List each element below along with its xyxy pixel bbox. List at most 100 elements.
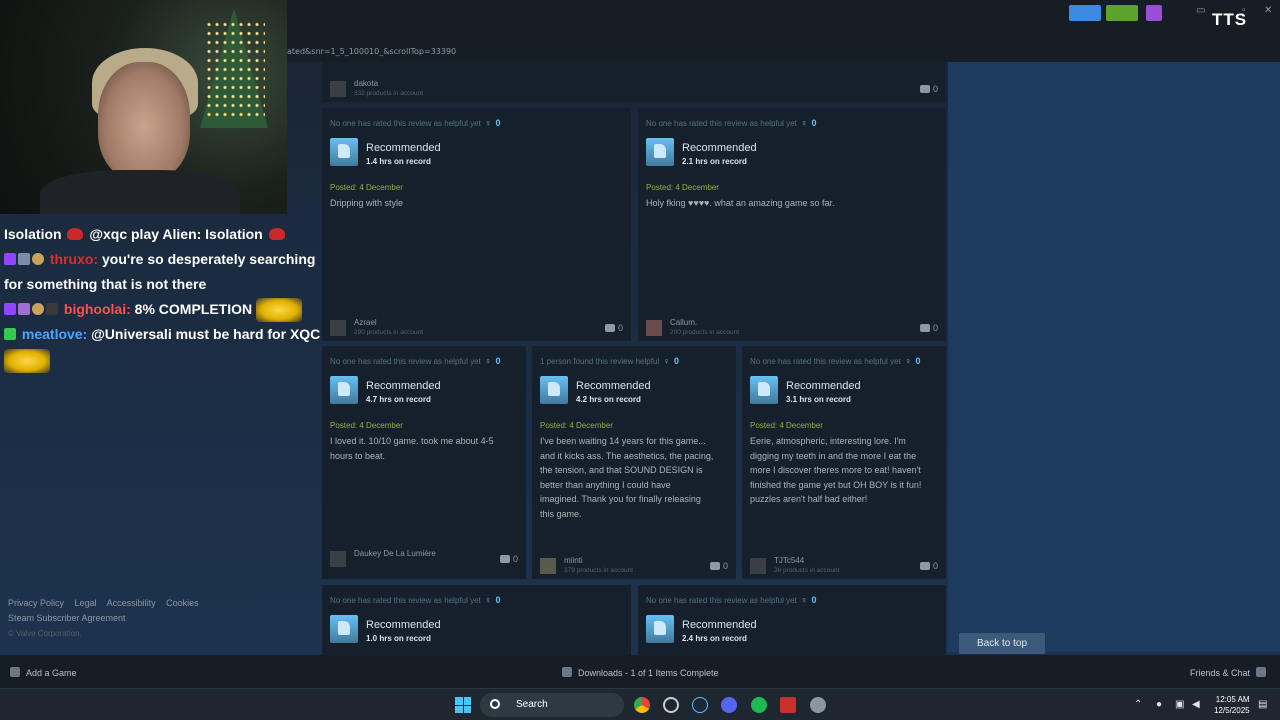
downloads-status[interactable]: Downloads - 1 of 1 Items Complete	[562, 667, 719, 678]
review-author[interactable]: Azrael 290 products in account 0	[330, 318, 623, 338]
review-author[interactable]: TJTc544 36 products in account 0	[750, 556, 938, 576]
review-author[interactable]: Daukey De La Lumière 0	[330, 549, 518, 569]
taskbar-search[interactable]: Search	[480, 693, 624, 717]
notification-bell-icon[interactable]	[1106, 5, 1138, 21]
review-card[interactable]: No one has rated this review as helpful …	[322, 346, 526, 579]
spotify-icon[interactable]	[751, 697, 767, 713]
hours-on-record: 4.2 hrs on record	[576, 395, 641, 404]
award-icon[interactable]: ♀	[801, 595, 808, 605]
chevron-up-icon[interactable]: ⌃	[1134, 699, 1142, 710]
user-avatar[interactable]	[1146, 5, 1162, 21]
chat-username: meatlove:	[21, 326, 88, 343]
posted-date: Posted: 4 December	[750, 421, 823, 430]
review-author[interactable]: Callum. 200 products in account 0	[646, 318, 938, 338]
thumbs-up-icon	[330, 138, 358, 166]
taskbar-clock[interactable]: 12:05 AM 12/5/2025	[1214, 694, 1250, 716]
avatar[interactable]	[330, 81, 346, 97]
award-count: 0	[495, 595, 501, 605]
ssa-link[interactable]: Steam Subscriber Agreement	[8, 613, 126, 623]
volume-icon[interactable]: ◀	[1192, 699, 1200, 710]
network-icon[interactable]: ▣	[1175, 699, 1184, 710]
badge-icon	[4, 253, 16, 265]
chrome-icon[interactable]	[634, 697, 650, 713]
author-name[interactable]: dakota	[354, 79, 378, 88]
comment-icon	[604, 324, 615, 332]
review-card[interactable]: No one has rated this review as helpful …	[638, 108, 946, 341]
avatar[interactable]	[540, 558, 556, 574]
comment-count[interactable]: 0	[709, 561, 728, 571]
review-verdict: Recommended	[576, 380, 651, 392]
microphone-icon[interactable]: ●	[1156, 699, 1162, 710]
comment-count[interactable]: 0	[919, 84, 938, 94]
award-icon[interactable]: ♀	[485, 118, 492, 128]
avatar[interactable]	[330, 551, 346, 567]
steam-footer: Privacy Policy Legal Accessibility Cooki…	[8, 596, 207, 641]
author-products: 36 products in account	[774, 567, 840, 574]
comment-count-value: 0	[932, 84, 938, 94]
app-icon[interactable]	[780, 697, 796, 713]
avatar[interactable]	[750, 558, 766, 574]
steam-right-panel	[948, 62, 1280, 652]
discord-icon[interactable]	[721, 697, 737, 713]
review-card-partial: dakota 332 products in account 0	[322, 62, 946, 102]
posted-date: Posted: 4 December	[330, 183, 403, 192]
close-icon[interactable]: ✕	[1264, 5, 1272, 16]
chat-username: thruxo:	[49, 251, 99, 267]
windows-start-icon[interactable]	[455, 697, 471, 713]
url-text[interactable]: ated&snr=1_5_100010_&scrollTop=33390	[287, 47, 456, 56]
author-name[interactable]: miinti	[564, 556, 583, 565]
stream-chat-overlay: Isolation @xqc play Alien: Isolation thr…	[4, 222, 320, 373]
author-name[interactable]: Azrael	[354, 318, 377, 327]
announcement-icon[interactable]	[1069, 5, 1101, 21]
award-count: 0	[811, 595, 817, 605]
review-card[interactable]: No one has rated this review as helpful …	[742, 346, 946, 579]
settings-icon[interactable]	[810, 697, 826, 713]
comment-count[interactable]: 0	[919, 561, 938, 571]
award-count: 0	[811, 118, 817, 128]
accessibility-link[interactable]: Accessibility	[107, 598, 156, 608]
review-author[interactable]: dakota 332 products in account 0	[330, 79, 938, 99]
avatar[interactable]	[646, 320, 662, 336]
author-name[interactable]: Callum.	[670, 318, 697, 327]
review-card[interactable]: No one has rated this review as helpful …	[638, 585, 946, 655]
review-card[interactable]: No one has rated this review as helpful …	[322, 108, 631, 341]
comment-count[interactable]: 0	[919, 323, 938, 333]
award-icon[interactable]: ♀	[663, 356, 670, 366]
friends-label: Friends & Chat	[1189, 668, 1250, 678]
review-verdict: Recommended	[366, 619, 441, 631]
badge-icon	[18, 303, 30, 315]
author-name[interactable]: TJTc544	[774, 556, 804, 565]
comment-count[interactable]: 0	[499, 554, 518, 564]
author-products: 290 products in account	[354, 329, 424, 336]
badge-icon	[46, 303, 58, 315]
award-icon[interactable]: ♀	[485, 356, 492, 366]
minimize-icon[interactable]: ▭	[1196, 5, 1205, 16]
chat-message: @Universali must be hard for XQC	[91, 326, 321, 343]
steam-icon[interactable]	[692, 697, 708, 713]
add-game-button[interactable]: Add a Game	[10, 667, 77, 678]
review-card[interactable]: No one has rated this review as helpful …	[322, 585, 631, 655]
avatar[interactable]	[330, 320, 346, 336]
award-icon[interactable]: ♀	[485, 595, 492, 605]
helpful-status: No one has rated this review as helpful …	[330, 356, 501, 366]
award-icon[interactable]: ♀	[801, 118, 808, 128]
notifications-icon[interactable]: ▤	[1258, 699, 1267, 710]
author-name[interactable]: Daukey De La Lumière	[354, 549, 436, 558]
back-to-top-button[interactable]: Back to top	[959, 633, 1045, 654]
privacy-policy-link[interactable]: Privacy Policy	[8, 598, 64, 608]
thumbs-up-icon	[646, 615, 674, 643]
chat-text: Isolation	[4, 226, 62, 242]
friends-chat-button[interactable]: Friends & Chat	[1190, 667, 1266, 678]
review-text: Eerie, atmospheric, interesting lore. I'…	[750, 436, 922, 505]
thumbs-up-icon	[540, 376, 568, 404]
legal-link[interactable]: Legal	[75, 598, 97, 608]
review-author[interactable]: miinti 379 products in account 0	[540, 556, 728, 576]
comment-count[interactable]: 0	[604, 323, 623, 333]
minion-emote-icon	[256, 298, 303, 323]
helpful-text: No one has rated this review as helpful …	[646, 596, 797, 605]
review-card[interactable]: 1 person found this review helpful ♀ 0 Rec…	[532, 346, 736, 579]
award-icon[interactable]: ♀	[905, 356, 912, 366]
obs-icon[interactable]	[663, 697, 679, 713]
cookies-link[interactable]: Cookies	[166, 598, 199, 608]
badge-icon	[18, 253, 30, 265]
